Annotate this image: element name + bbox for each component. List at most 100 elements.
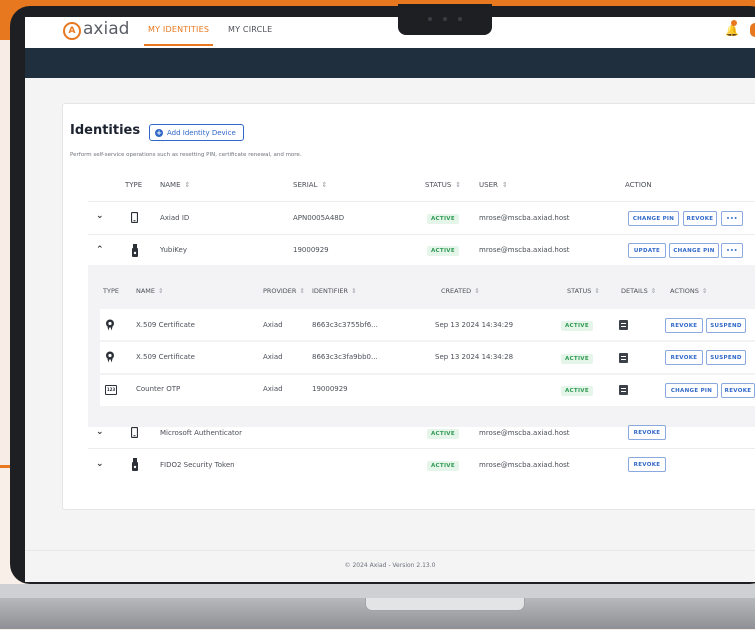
tab-my-circle[interactable]: MY CIRCLE	[228, 25, 272, 34]
change-pin-button[interactable]: CHANGE PIN	[669, 243, 719, 258]
expand-chevron-icon[interactable]: ⌄	[96, 427, 104, 437]
device-user: mrose@mscba.axiad.host	[479, 214, 570, 222]
sort-icon: ⇕	[594, 287, 600, 295]
sort-icon: ⇕	[474, 287, 480, 295]
otp-icon: 123	[105, 385, 117, 395]
collapse-chevron-icon[interactable]: ⌃	[96, 245, 104, 255]
status-badge: ACTIVE	[561, 354, 593, 364]
details-document-icon[interactable]	[619, 320, 628, 330]
sub-header-provider-label: PROVIDER	[263, 287, 297, 295]
column-header-name-label: NAME	[160, 181, 181, 189]
column-header-status[interactable]: STATUS ⇕	[425, 181, 461, 189]
status-badge: ACTIVE	[427, 461, 459, 471]
sort-icon: ⇕	[321, 181, 328, 189]
device-user: mrose@mscba.axiad.host	[479, 461, 570, 469]
expand-chevron-icon[interactable]: ⌄	[96, 211, 104, 221]
app-screen: A axiad MY IDENTITIES MY CIRCLE 🔔 Identi…	[25, 17, 755, 582]
sub-header-name-label: NAME	[136, 287, 156, 295]
device-name: FIDO2 Security Token	[160, 461, 235, 469]
sort-icon: ⇕	[299, 287, 305, 295]
device-name: Microsoft Authenticator	[160, 429, 242, 437]
credential-name: X.509 Certificate	[136, 321, 195, 329]
credential-identifier: 8663c3c3fa9bb0...	[312, 353, 378, 361]
revoke-button[interactable]: REVOKE	[628, 457, 666, 472]
column-header-action: ACTION	[625, 181, 652, 189]
laptop-hinge-notch	[365, 598, 525, 611]
sub-header-actions[interactable]: ACTIONS ⇕	[670, 287, 707, 295]
credential-provider: Axiad	[263, 385, 283, 393]
top-navigation: A axiad MY IDENTITIES MY CIRCLE 🔔	[25, 17, 755, 48]
sub-header-status[interactable]: STATUS ⇕	[567, 287, 600, 295]
divider	[88, 234, 755, 235]
sub-header-status-label: STATUS	[567, 287, 592, 295]
sub-header-identifier[interactable]: IDENTIFIER ⇕	[312, 287, 357, 295]
status-badge: ACTIVE	[427, 246, 459, 256]
column-header-user-label: USER	[479, 181, 498, 189]
camera-light	[458, 17, 462, 21]
sub-header-type: TYPE	[103, 287, 119, 295]
update-button[interactable]: UPDATE	[628, 243, 666, 258]
column-header-user[interactable]: USER ⇕	[479, 181, 508, 189]
add-identity-device-button[interactable]: + Add Identity Device	[149, 124, 244, 141]
credential-name: X.509 Certificate	[136, 353, 195, 361]
usb-key-icon	[132, 244, 138, 257]
sub-table-row	[100, 309, 755, 340]
status-badge: ACTIVE	[561, 321, 593, 331]
sub-header-provider[interactable]: PROVIDER ⇕	[263, 287, 305, 295]
credential-identifier: 19000929	[312, 385, 348, 393]
sub-header-actions-label: ACTIONS	[670, 287, 699, 295]
device-serial: APN0005A48D	[293, 214, 345, 222]
plus-icon: +	[155, 128, 163, 137]
change-pin-button[interactable]: CHANGE PIN	[628, 211, 679, 226]
column-header-serial[interactable]: SERIAL ⇕	[293, 181, 327, 189]
phone-icon	[131, 212, 138, 223]
change-pin-button[interactable]: CHANGE PIN	[665, 383, 718, 398]
usb-key-icon	[132, 458, 138, 471]
column-header-status-label: STATUS	[425, 181, 452, 189]
details-document-icon[interactable]	[619, 385, 628, 395]
column-header-type: TYPE	[125, 181, 143, 189]
user-avatar[interactable]	[750, 23, 755, 37]
revoke-button[interactable]: REVOKE	[628, 425, 666, 440]
phone-icon	[131, 427, 138, 438]
credential-created: Sep 13 2024 14:34:29	[435, 321, 514, 329]
brand-name: axiad	[83, 19, 130, 39]
expand-chevron-icon[interactable]: ⌄	[96, 459, 104, 469]
sub-header-created[interactable]: CREATED ⇕	[441, 287, 480, 295]
sub-header-details[interactable]: DETAILS ⇕	[621, 287, 656, 295]
more-options-button[interactable]: •••	[721, 243, 743, 258]
status-badge: ACTIVE	[561, 386, 593, 396]
notification-bell-icon[interactable]: 🔔	[725, 24, 739, 37]
column-header-name[interactable]: NAME ⇕	[160, 181, 190, 189]
credential-provider: Axiad	[263, 321, 283, 329]
divider	[88, 448, 755, 449]
revoke-button[interactable]: REVOKE	[665, 350, 703, 365]
suspend-button[interactable]: SUSPEND	[706, 350, 746, 365]
sub-header-identifier-label: IDENTIFIER	[312, 287, 349, 295]
sub-table-row	[100, 375, 755, 406]
more-options-button[interactable]: •••	[721, 211, 743, 226]
sort-icon: ⇕	[455, 181, 462, 189]
divider	[88, 201, 755, 202]
sub-header-name[interactable]: NAME ⇕	[136, 287, 163, 295]
revoke-button[interactable]: REVOKE	[721, 383, 755, 398]
status-badge: ACTIVE	[427, 429, 459, 439]
sort-icon: ⇕	[184, 181, 191, 189]
credential-provider: Axiad	[263, 353, 283, 361]
footer: © 2024 Axiad - Version 2.13.0	[25, 550, 755, 582]
revoke-button[interactable]: REVOKE	[683, 211, 717, 226]
page-subtitle: Perform self-service operations such as …	[70, 152, 302, 158]
camera-lens	[443, 17, 447, 21]
add-identity-device-label: Add Identity Device	[167, 128, 236, 137]
credential-identifier: 8663c3c3755bf6...	[312, 321, 378, 329]
credential-created: Sep 13 2024 14:34:28	[435, 353, 514, 361]
revoke-button[interactable]: REVOKE	[665, 318, 703, 333]
device-name: Axiad ID	[160, 214, 190, 222]
notification-badge	[731, 20, 737, 26]
suspend-button[interactable]: SUSPEND	[706, 318, 746, 333]
header-band	[25, 48, 755, 78]
sub-header-created-label: CREATED	[441, 287, 472, 295]
status-badge: ACTIVE	[427, 214, 459, 224]
tab-my-identities[interactable]: MY IDENTITIES	[143, 25, 214, 46]
details-document-icon[interactable]	[619, 353, 628, 363]
